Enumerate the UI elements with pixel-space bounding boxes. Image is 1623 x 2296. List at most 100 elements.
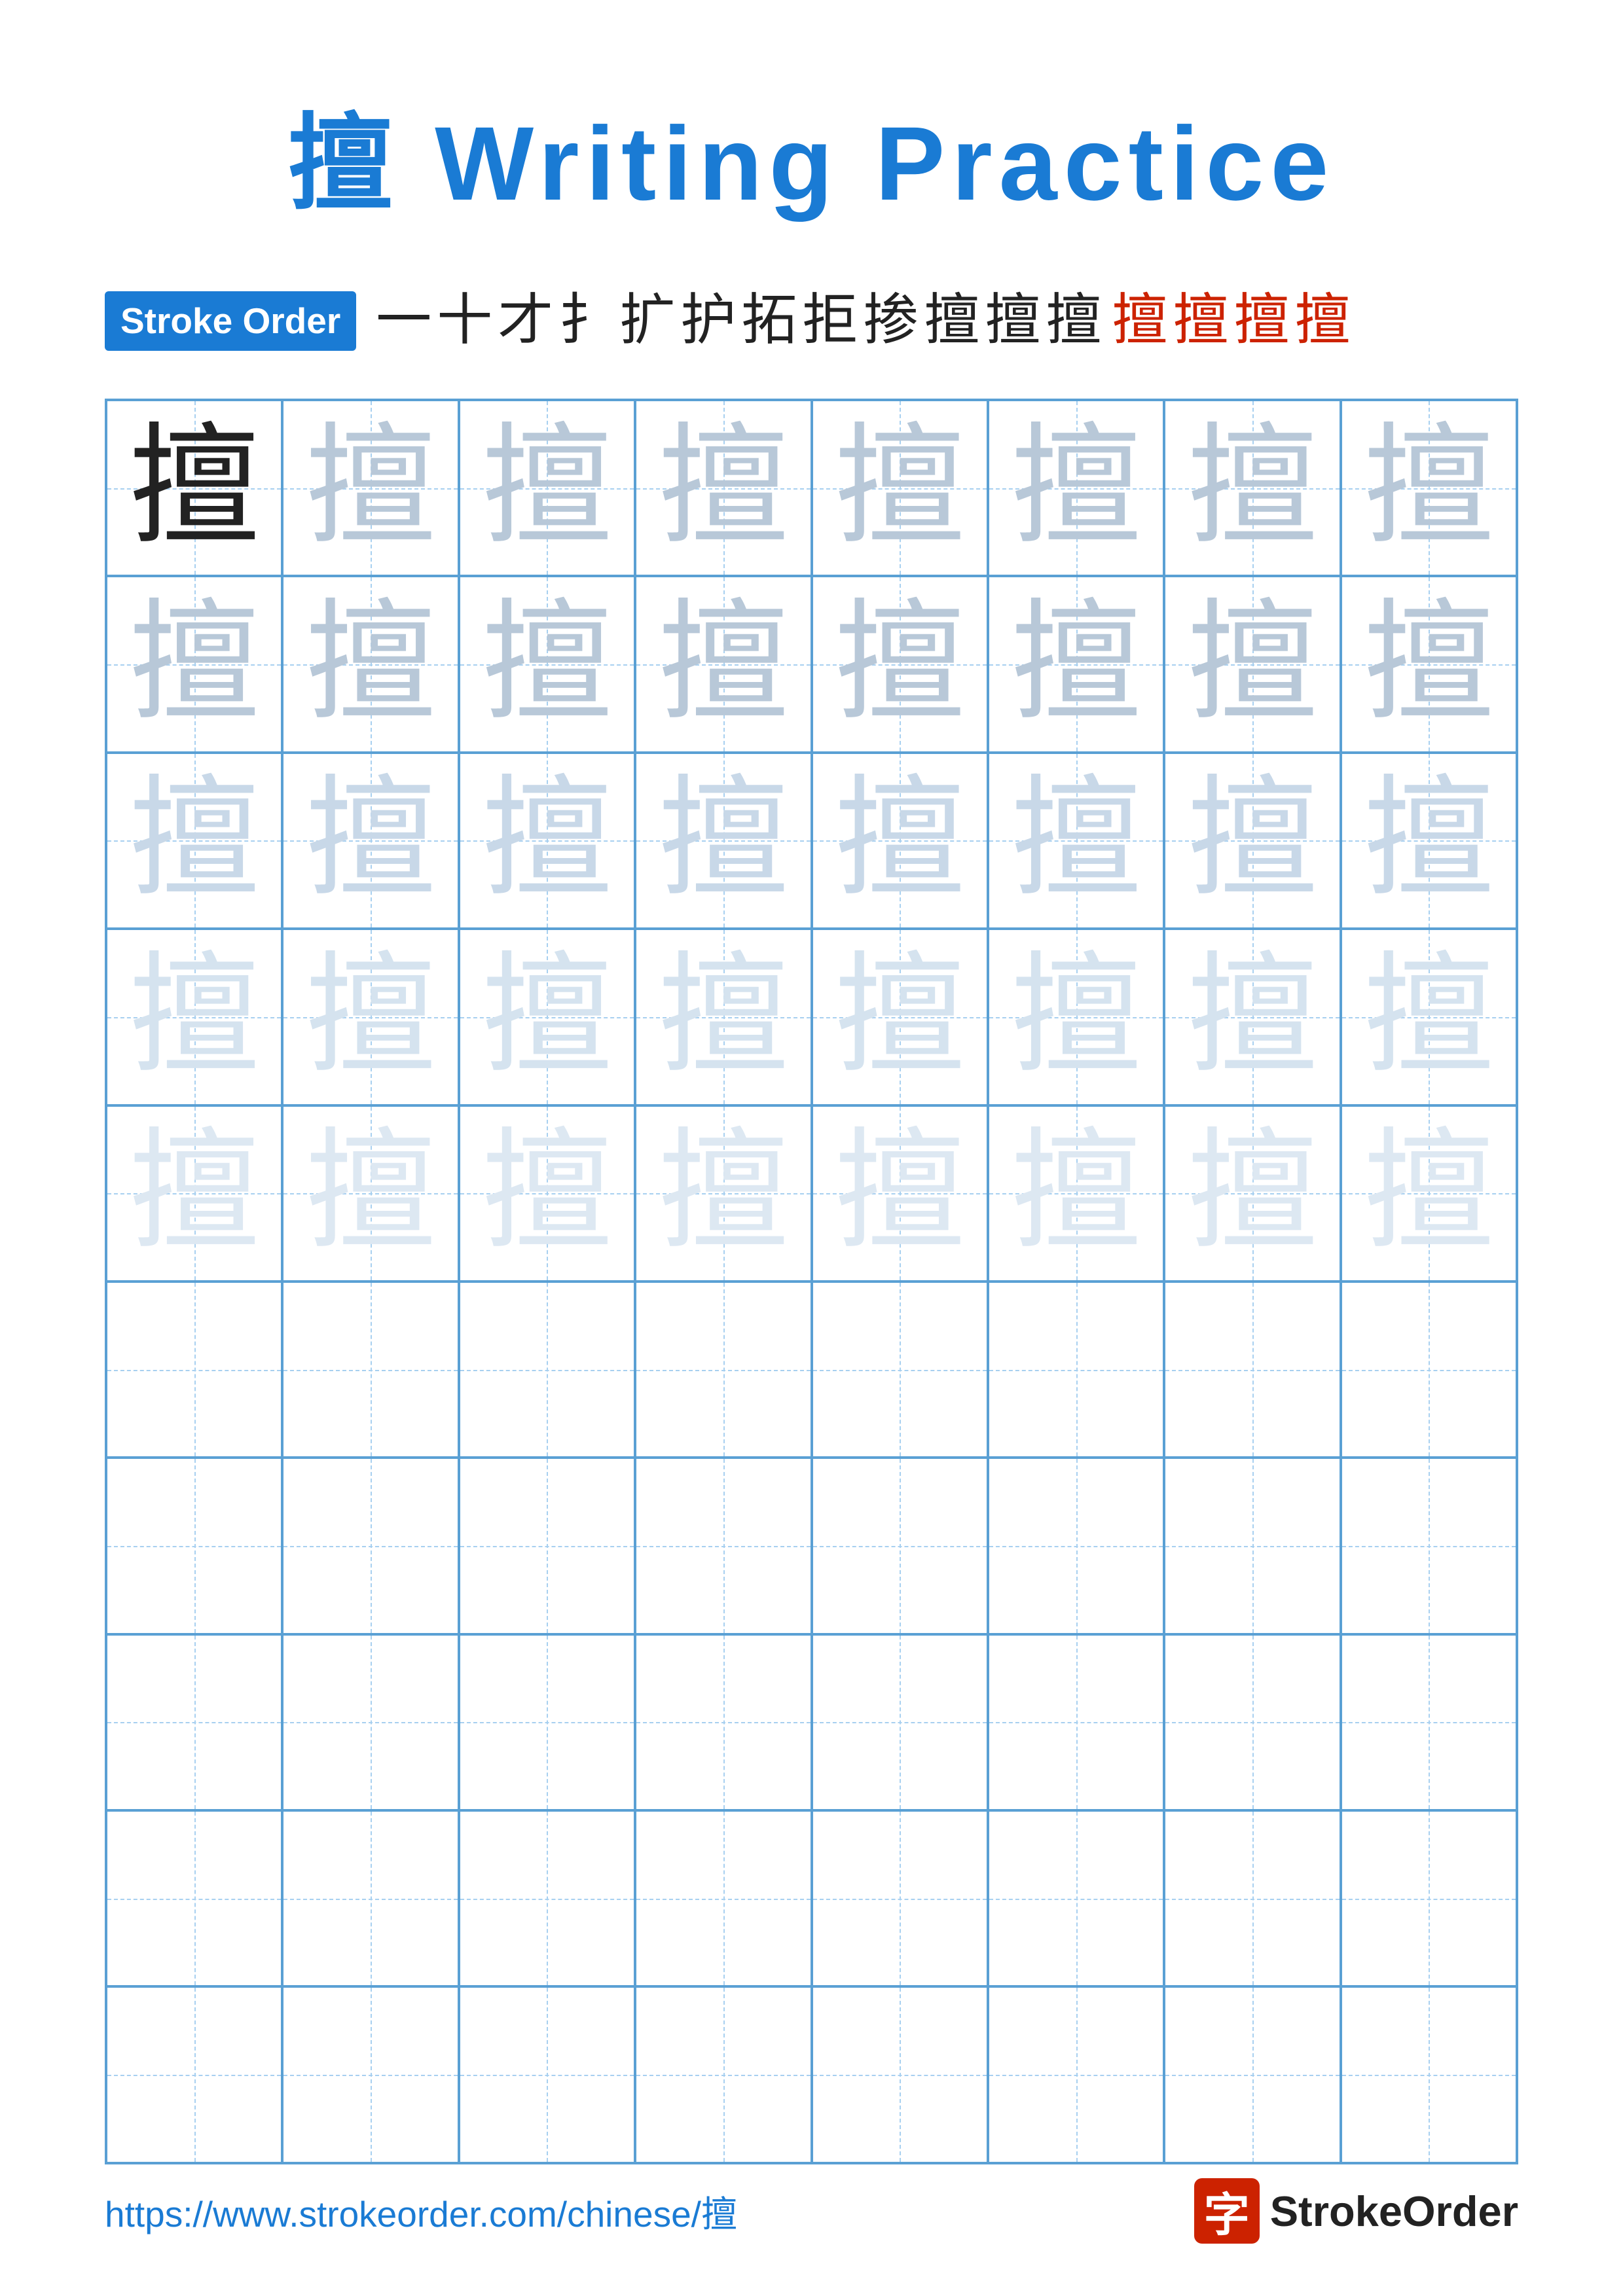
grid-cell-7-7[interactable] (1164, 1458, 1340, 1634)
grid-cell-2-2[interactable]: 擅 (282, 576, 458, 752)
grid-cell-9-3[interactable] (459, 1810, 635, 1986)
char-gray2: 擅 (658, 775, 789, 906)
grid-cell-9-2[interactable] (282, 1810, 458, 1986)
grid-cell-4-6[interactable]: 擅 (988, 929, 1164, 1105)
grid-cell-7-1[interactable] (106, 1458, 282, 1634)
char-gray3: 擅 (129, 952, 260, 1083)
grid-cell-6-6[interactable] (988, 1282, 1164, 1458)
grid-cell-2-6[interactable]: 擅 (988, 576, 1164, 752)
grid-cell-5-7[interactable]: 擅 (1164, 1105, 1340, 1282)
grid-cell-6-7[interactable] (1164, 1282, 1340, 1458)
grid-cell-8-4[interactable] (635, 1634, 811, 1810)
grid-cell-5-2[interactable]: 擅 (282, 1105, 458, 1282)
char-gray3: 擅 (1363, 952, 1494, 1083)
grid-cell-9-6[interactable] (988, 1810, 1164, 1986)
grid-cell-3-4[interactable]: 擅 (635, 753, 811, 929)
grid-cell-2-3[interactable]: 擅 (459, 576, 635, 752)
grid-cell-1-2[interactable]: 擅 (282, 400, 458, 576)
stroke-7: 拓 (741, 285, 797, 357)
grid-cell-6-4[interactable] (635, 1282, 811, 1458)
page: 擅 Writing Practice Stroke Order 一 十 才 扌 … (0, 0, 1623, 2296)
logo-char: 字 (1204, 2178, 1250, 2244)
grid-cell-5-5[interactable]: 擅 (812, 1105, 988, 1282)
grid-cell-10-2[interactable] (282, 1986, 458, 2162)
grid-cell-7-5[interactable] (812, 1458, 988, 1634)
grid-cell-1-5[interactable]: 擅 (812, 400, 988, 576)
grid-cell-8-2[interactable] (282, 1634, 458, 1810)
stroke-order-section: Stroke Order 一 十 才 扌 扩 护 拓 拒 掺 擅 擅 擅 擅 擅… (105, 283, 1518, 359)
grid-cell-8-3[interactable] (459, 1634, 635, 1810)
stroke-3: 才 (498, 285, 553, 357)
grid-cell-5-3[interactable]: 擅 (459, 1105, 635, 1282)
grid-cell-2-4[interactable]: 擅 (635, 576, 811, 752)
grid-cell-6-8[interactable] (1341, 1282, 1517, 1458)
char-gray3: 擅 (1011, 952, 1142, 1083)
grid-cell-2-1[interactable]: 擅 (106, 576, 282, 752)
grid-cell-10-4[interactable] (635, 1986, 811, 2162)
grid-cell-3-7[interactable]: 擅 (1164, 753, 1340, 929)
grid-cell-4-5[interactable]: 擅 (812, 929, 988, 1105)
practice-grid: 擅 擅 擅 擅 擅 擅 擅 擅 擅 擅 擅 擅 擅 擅 擅 擅 擅 擅 擅 擅 … (105, 399, 1518, 2164)
grid-cell-10-6[interactable] (988, 1986, 1164, 2162)
grid-cell-9-5[interactable] (812, 1810, 988, 1986)
grid-cell-4-1[interactable]: 擅 (106, 929, 282, 1105)
grid-cell-8-7[interactable] (1164, 1634, 1340, 1810)
grid-cell-8-5[interactable] (812, 1634, 988, 1810)
grid-cell-4-4[interactable]: 擅 (635, 929, 811, 1105)
grid-cell-1-1[interactable]: 擅 (106, 400, 282, 576)
grid-cell-10-5[interactable] (812, 1986, 988, 2162)
grid-cell-1-6[interactable]: 擅 (988, 400, 1164, 576)
grid-cell-3-8[interactable]: 擅 (1341, 753, 1517, 929)
grid-row-6 (106, 1282, 1517, 1458)
grid-cell-1-8[interactable]: 擅 (1341, 400, 1517, 576)
grid-cell-6-2[interactable] (282, 1282, 458, 1458)
grid-cell-3-3[interactable]: 擅 (459, 753, 635, 929)
grid-cell-5-4[interactable]: 擅 (635, 1105, 811, 1282)
grid-cell-4-2[interactable]: 擅 (282, 929, 458, 1105)
grid-cell-4-7[interactable]: 擅 (1164, 929, 1340, 1105)
char-gray3: 擅 (1187, 952, 1318, 1083)
grid-cell-3-2[interactable]: 擅 (282, 753, 458, 929)
grid-cell-8-1[interactable] (106, 1634, 282, 1810)
grid-cell-3-5[interactable]: 擅 (812, 753, 988, 929)
grid-cell-9-7[interactable] (1164, 1810, 1340, 1986)
char-gray1: 擅 (481, 423, 612, 554)
grid-cell-6-1[interactable] (106, 1282, 282, 1458)
grid-cell-10-8[interactable] (1341, 1986, 1517, 2162)
grid-cell-1-4[interactable]: 擅 (635, 400, 811, 576)
char-gray1: 擅 (481, 599, 612, 730)
grid-cell-6-3[interactable] (459, 1282, 635, 1458)
stroke-8: 拒 (802, 285, 858, 357)
grid-cell-10-7[interactable] (1164, 1986, 1340, 2162)
grid-cell-5-6[interactable]: 擅 (988, 1105, 1164, 1282)
grid-cell-2-7[interactable]: 擅 (1164, 576, 1340, 752)
grid-cell-7-4[interactable] (635, 1458, 811, 1634)
grid-cell-7-3[interactable] (459, 1458, 635, 1634)
grid-cell-8-6[interactable] (988, 1634, 1164, 1810)
grid-cell-5-1[interactable]: 擅 (106, 1105, 282, 1282)
grid-cell-1-3[interactable]: 擅 (459, 400, 635, 576)
grid-cell-1-7[interactable]: 擅 (1164, 400, 1340, 576)
grid-cell-10-3[interactable] (459, 1986, 635, 2162)
grid-cell-2-5[interactable]: 擅 (812, 576, 988, 752)
grid-cell-9-8[interactable] (1341, 1810, 1517, 1986)
grid-cell-7-6[interactable] (988, 1458, 1164, 1634)
grid-cell-2-8[interactable]: 擅 (1341, 576, 1517, 752)
grid-cell-7-2[interactable] (282, 1458, 458, 1634)
grid-cell-9-1[interactable] (106, 1810, 282, 1986)
grid-cell-5-8[interactable]: 擅 (1341, 1105, 1517, 1282)
char-gray3: 擅 (834, 952, 965, 1083)
grid-cell-6-5[interactable] (812, 1282, 988, 1458)
grid-row-9 (106, 1810, 1517, 1986)
grid-cell-7-8[interactable] (1341, 1458, 1517, 1634)
grid-cell-8-8[interactable] (1341, 1634, 1517, 1810)
grid-cell-9-4[interactable] (635, 1810, 811, 1986)
grid-cell-10-1[interactable] (106, 1986, 282, 2162)
char-gray3: 擅 (481, 952, 612, 1083)
grid-cell-3-1[interactable]: 擅 (106, 753, 282, 929)
grid-cell-4-3[interactable]: 擅 (459, 929, 635, 1105)
grid-row-1: 擅 擅 擅 擅 擅 擅 擅 擅 (106, 400, 1517, 576)
grid-row-7 (106, 1458, 1517, 1634)
grid-cell-3-6[interactable]: 擅 (988, 753, 1164, 929)
grid-cell-4-8[interactable]: 擅 (1341, 929, 1517, 1105)
